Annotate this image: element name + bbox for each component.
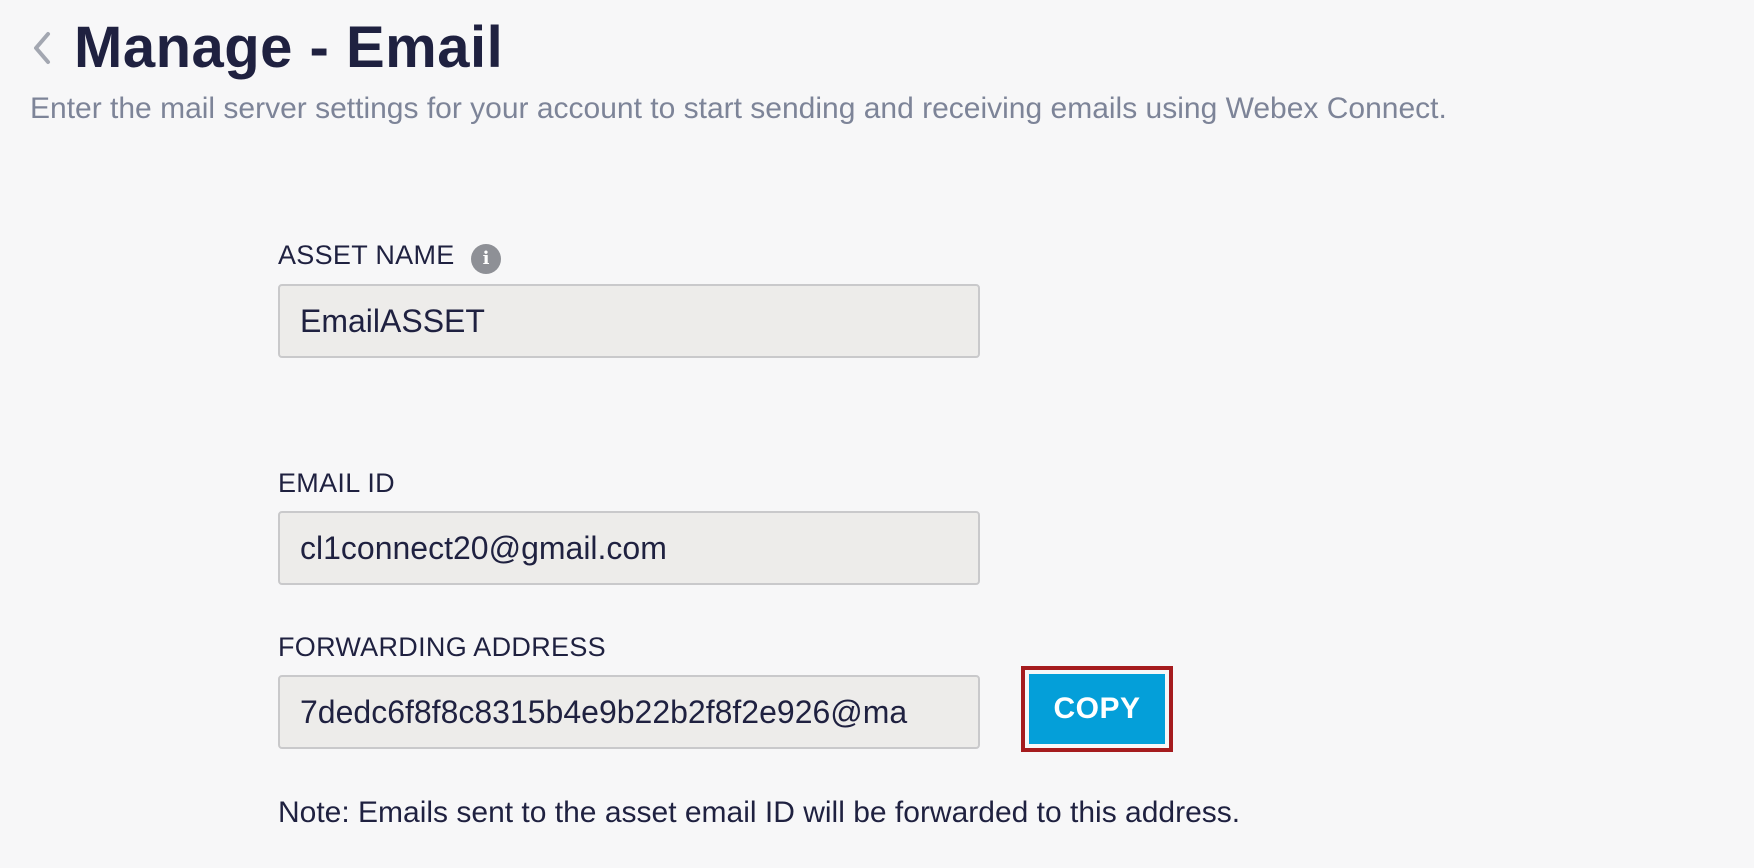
chevron-left-icon[interactable]: [28, 28, 56, 68]
forwarding-note: Note: Emails sent to the asset email ID …: [278, 796, 1241, 829]
copy-button[interactable]: COPY: [1029, 674, 1165, 744]
page-subtitle: Enter the mail server settings for your …: [30, 92, 1447, 125]
email-id-field[interactable]: [278, 511, 980, 585]
forwarding-address-label: FORWARDING ADDRESS: [278, 632, 606, 662]
email-id-label: EMAIL ID: [278, 468, 395, 498]
asset-name-field[interactable]: [278, 284, 980, 358]
asset-name-label: ASSET NAME: [278, 240, 455, 270]
page-title: Manage - Email: [74, 15, 504, 80]
forwarding-address-field[interactable]: [278, 675, 980, 749]
info-icon[interactable]: i: [471, 244, 501, 274]
